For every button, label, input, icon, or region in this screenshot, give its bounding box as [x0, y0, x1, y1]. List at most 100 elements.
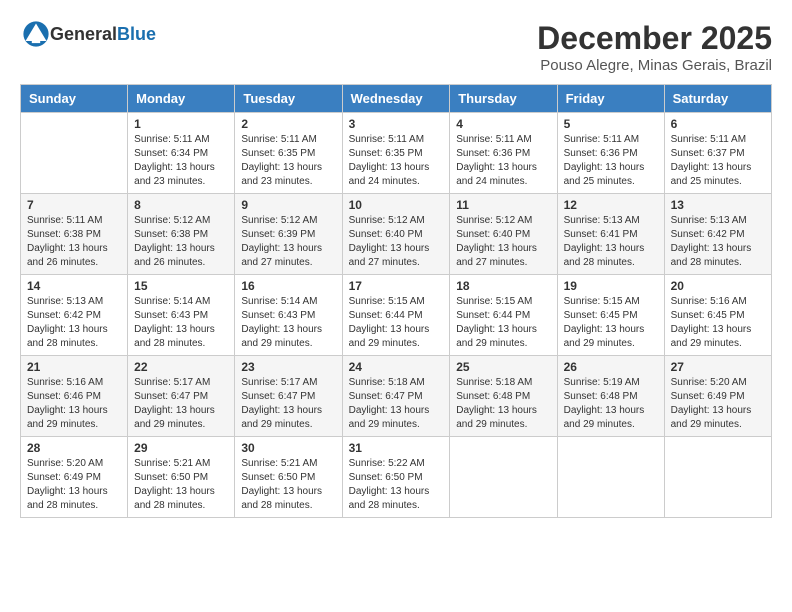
day-number: 27 — [671, 360, 765, 374]
weekday-header-monday: Monday — [128, 85, 235, 113]
calendar-cell: 24Sunrise: 5:18 AM Sunset: 6:47 PM Dayli… — [342, 356, 450, 437]
month-title: December 2025 — [537, 20, 772, 57]
day-number: 28 — [27, 441, 121, 455]
calendar-cell: 25 Sunrise: 5:18 AM Sunset: 6:48 PM Dayli… — [450, 356, 557, 437]
weekday-header-friday: Friday — [557, 85, 664, 113]
day-number: 3 — [349, 117, 444, 131]
day-number: 21 — [27, 360, 121, 374]
calendar-cell: 16 Sunrise: 5:14 AM Sunset: 6:43 PM Dayli… — [235, 275, 342, 356]
calendar-cell: 23 Sunrise: 5:17 AM Sunset: 6:47 PM Dayli… — [235, 356, 342, 437]
calendar-body: 1Sunrise: 5:11 AM Sunset: 6:34 PM Daylig… — [21, 113, 772, 518]
day-info: Sunrise: 5:15 AM Sunset: 6:45 PM Dayligh… — [564, 295, 658, 351]
day-info: Sunrise: 5:14 AM Sunset: 6:43 PM Dayligh… — [134, 295, 228, 351]
day-info: Sunrise: 5:20 AM Sunset: 6:49 PM Dayligh… — [27, 457, 121, 513]
day-number: 14 — [27, 279, 121, 293]
day-info: Sunrise: 5:11 AM Sunset: 6:37 PM Dayligh… — [671, 133, 765, 189]
calendar-week-1: 1Sunrise: 5:11 AM Sunset: 6:34 PM Daylig… — [21, 113, 772, 194]
day-info: Sunrise: 5:18 AM Sunset: 6:48 PM Dayligh… — [456, 376, 550, 432]
day-info: Sunrise: 5:13 AM Sunset: 6:41 PM Dayligh… — [564, 214, 658, 270]
day-info: Sunrise: 5:21 AM Sunset: 6:50 PM Dayligh… — [134, 457, 228, 513]
day-number: 6 — [671, 117, 765, 131]
day-number: 20 — [671, 279, 765, 293]
logo-blue: Blue — [117, 24, 156, 44]
calendar-cell: 14 Sunrise: 5:13 AM Sunset: 6:42 PM Dayli… — [21, 275, 128, 356]
calendar-cell: 26 Sunrise: 5:19 AM Sunset: 6:48 PM Dayli… — [557, 356, 664, 437]
day-info: Sunrise: 5:17 AM Sunset: 6:47 PM Dayligh… — [134, 376, 228, 432]
weekday-header-sunday: Sunday — [21, 85, 128, 113]
calendar-cell: 27 Sunrise: 5:20 AM Sunset: 6:49 PM Dayli… — [664, 356, 771, 437]
day-number: 17 — [349, 279, 444, 293]
day-number: 12 — [564, 198, 658, 212]
day-number: 22 — [134, 360, 228, 374]
calendar-cell: 22 Sunrise: 5:17 AM Sunset: 6:47 PM Dayli… — [128, 356, 235, 437]
calendar-cell: 1Sunrise: 5:11 AM Sunset: 6:34 PM Daylig… — [128, 113, 235, 194]
calendar-cell — [450, 437, 557, 518]
calendar-cell: 11Sunrise: 5:12 AM Sunset: 6:40 PM Dayli… — [450, 194, 557, 275]
day-number: 23 — [241, 360, 335, 374]
day-number: 25 — [456, 360, 550, 374]
day-info: Sunrise: 5:13 AM Sunset: 6:42 PM Dayligh… — [671, 214, 765, 270]
weekday-header-thursday: Thursday — [450, 85, 557, 113]
weekday-header-saturday: Saturday — [664, 85, 771, 113]
day-number: 9 — [241, 198, 335, 212]
day-info: Sunrise: 5:19 AM Sunset: 6:48 PM Dayligh… — [564, 376, 658, 432]
calendar-cell: 5 Sunrise: 5:11 AM Sunset: 6:36 PM Daylig… — [557, 113, 664, 194]
day-info: Sunrise: 5:15 AM Sunset: 6:44 PM Dayligh… — [456, 295, 550, 351]
calendar-cell: 6 Sunrise: 5:11 AM Sunset: 6:37 PM Daylig… — [664, 113, 771, 194]
day-info: Sunrise: 5:12 AM Sunset: 6:39 PM Dayligh… — [241, 214, 335, 270]
calendar-cell: 19 Sunrise: 5:15 AM Sunset: 6:45 PM Dayli… — [557, 275, 664, 356]
day-info: Sunrise: 5:21 AM Sunset: 6:50 PM Dayligh… — [241, 457, 335, 513]
calendar-cell: 12 Sunrise: 5:13 AM Sunset: 6:41 PM Dayli… — [557, 194, 664, 275]
logo-icon — [22, 20, 50, 48]
calendar-week-3: 14 Sunrise: 5:13 AM Sunset: 6:42 PM Dayli… — [21, 275, 772, 356]
logo: GeneralBlue — [20, 20, 156, 48]
calendar-table: SundayMondayTuesdayWednesdayThursdayFrid… — [20, 84, 772, 518]
day-info: Sunrise: 5:12 AM Sunset: 6:38 PM Dayligh… — [134, 214, 228, 270]
day-info: Sunrise: 5:11 AM Sunset: 6:38 PM Dayligh… — [27, 214, 121, 270]
day-number: 1 — [134, 117, 228, 131]
day-info: Sunrise: 5:12 AM Sunset: 6:40 PM Dayligh… — [349, 214, 444, 270]
calendar-cell: 3 Sunrise: 5:11 AM Sunset: 6:35 PM Daylig… — [342, 113, 450, 194]
day-info: Sunrise: 5:20 AM Sunset: 6:49 PM Dayligh… — [671, 376, 765, 432]
day-number: 11 — [456, 198, 550, 212]
day-number: 16 — [241, 279, 335, 293]
day-number: 7 — [27, 198, 121, 212]
calendar-cell: 21 Sunrise: 5:16 AM Sunset: 6:46 PM Dayli… — [21, 356, 128, 437]
calendar-cell: 17 Sunrise: 5:15 AM Sunset: 6:44 PM Dayli… — [342, 275, 450, 356]
calendar-cell: 7 Sunrise: 5:11 AM Sunset: 6:38 PM Daylig… — [21, 194, 128, 275]
logo-text: GeneralBlue — [50, 24, 156, 45]
day-info: Sunrise: 5:11 AM Sunset: 6:36 PM Dayligh… — [564, 133, 658, 189]
day-number: 29 — [134, 441, 228, 455]
weekday-header-tuesday: Tuesday — [235, 85, 342, 113]
day-info: Sunrise: 5:18 AM Sunset: 6:47 PM Dayligh… — [349, 376, 444, 432]
day-info: Sunrise: 5:13 AM Sunset: 6:42 PM Dayligh… — [27, 295, 121, 351]
day-number: 4 — [456, 117, 550, 131]
calendar-cell: 10 Sunrise: 5:12 AM Sunset: 6:40 PM Dayli… — [342, 194, 450, 275]
day-info: Sunrise: 5:14 AM Sunset: 6:43 PM Dayligh… — [241, 295, 335, 351]
calendar-cell: 8Sunrise: 5:12 AM Sunset: 6:38 PM Daylig… — [128, 194, 235, 275]
day-info: Sunrise: 5:16 AM Sunset: 6:46 PM Dayligh… — [27, 376, 121, 432]
day-info: Sunrise: 5:11 AM Sunset: 6:35 PM Dayligh… — [241, 133, 335, 189]
calendar-cell — [557, 437, 664, 518]
day-number: 5 — [564, 117, 658, 131]
calendar-cell: 18Sunrise: 5:15 AM Sunset: 6:44 PM Dayli… — [450, 275, 557, 356]
calendar-cell: 13Sunrise: 5:13 AM Sunset: 6:42 PM Dayli… — [664, 194, 771, 275]
day-number: 19 — [564, 279, 658, 293]
calendar-cell — [664, 437, 771, 518]
calendar-week-2: 7 Sunrise: 5:11 AM Sunset: 6:38 PM Daylig… — [21, 194, 772, 275]
calendar-cell: 2 Sunrise: 5:11 AM Sunset: 6:35 PM Daylig… — [235, 113, 342, 194]
page-header: GeneralBlue December 2025 Pouso Alegre, … — [20, 20, 772, 74]
weekday-header-wednesday: Wednesday — [342, 85, 450, 113]
calendar-cell: 9 Sunrise: 5:12 AM Sunset: 6:39 PM Daylig… — [235, 194, 342, 275]
day-number: 2 — [241, 117, 335, 131]
location-title: Pouso Alegre, Minas Gerais, Brazil — [537, 57, 772, 74]
day-info: Sunrise: 5:15 AM Sunset: 6:44 PM Dayligh… — [349, 295, 444, 351]
day-info: Sunrise: 5:22 AM Sunset: 6:50 PM Dayligh… — [349, 457, 444, 513]
day-info: Sunrise: 5:17 AM Sunset: 6:47 PM Dayligh… — [241, 376, 335, 432]
calendar-header-row: SundayMondayTuesdayWednesdayThursdayFrid… — [21, 85, 772, 113]
day-number: 26 — [564, 360, 658, 374]
day-number: 10 — [349, 198, 444, 212]
day-info: Sunrise: 5:11 AM Sunset: 6:35 PM Dayligh… — [349, 133, 444, 189]
day-info: Sunrise: 5:16 AM Sunset: 6:45 PM Dayligh… — [671, 295, 765, 351]
calendar-week-4: 21 Sunrise: 5:16 AM Sunset: 6:46 PM Dayli… — [21, 356, 772, 437]
